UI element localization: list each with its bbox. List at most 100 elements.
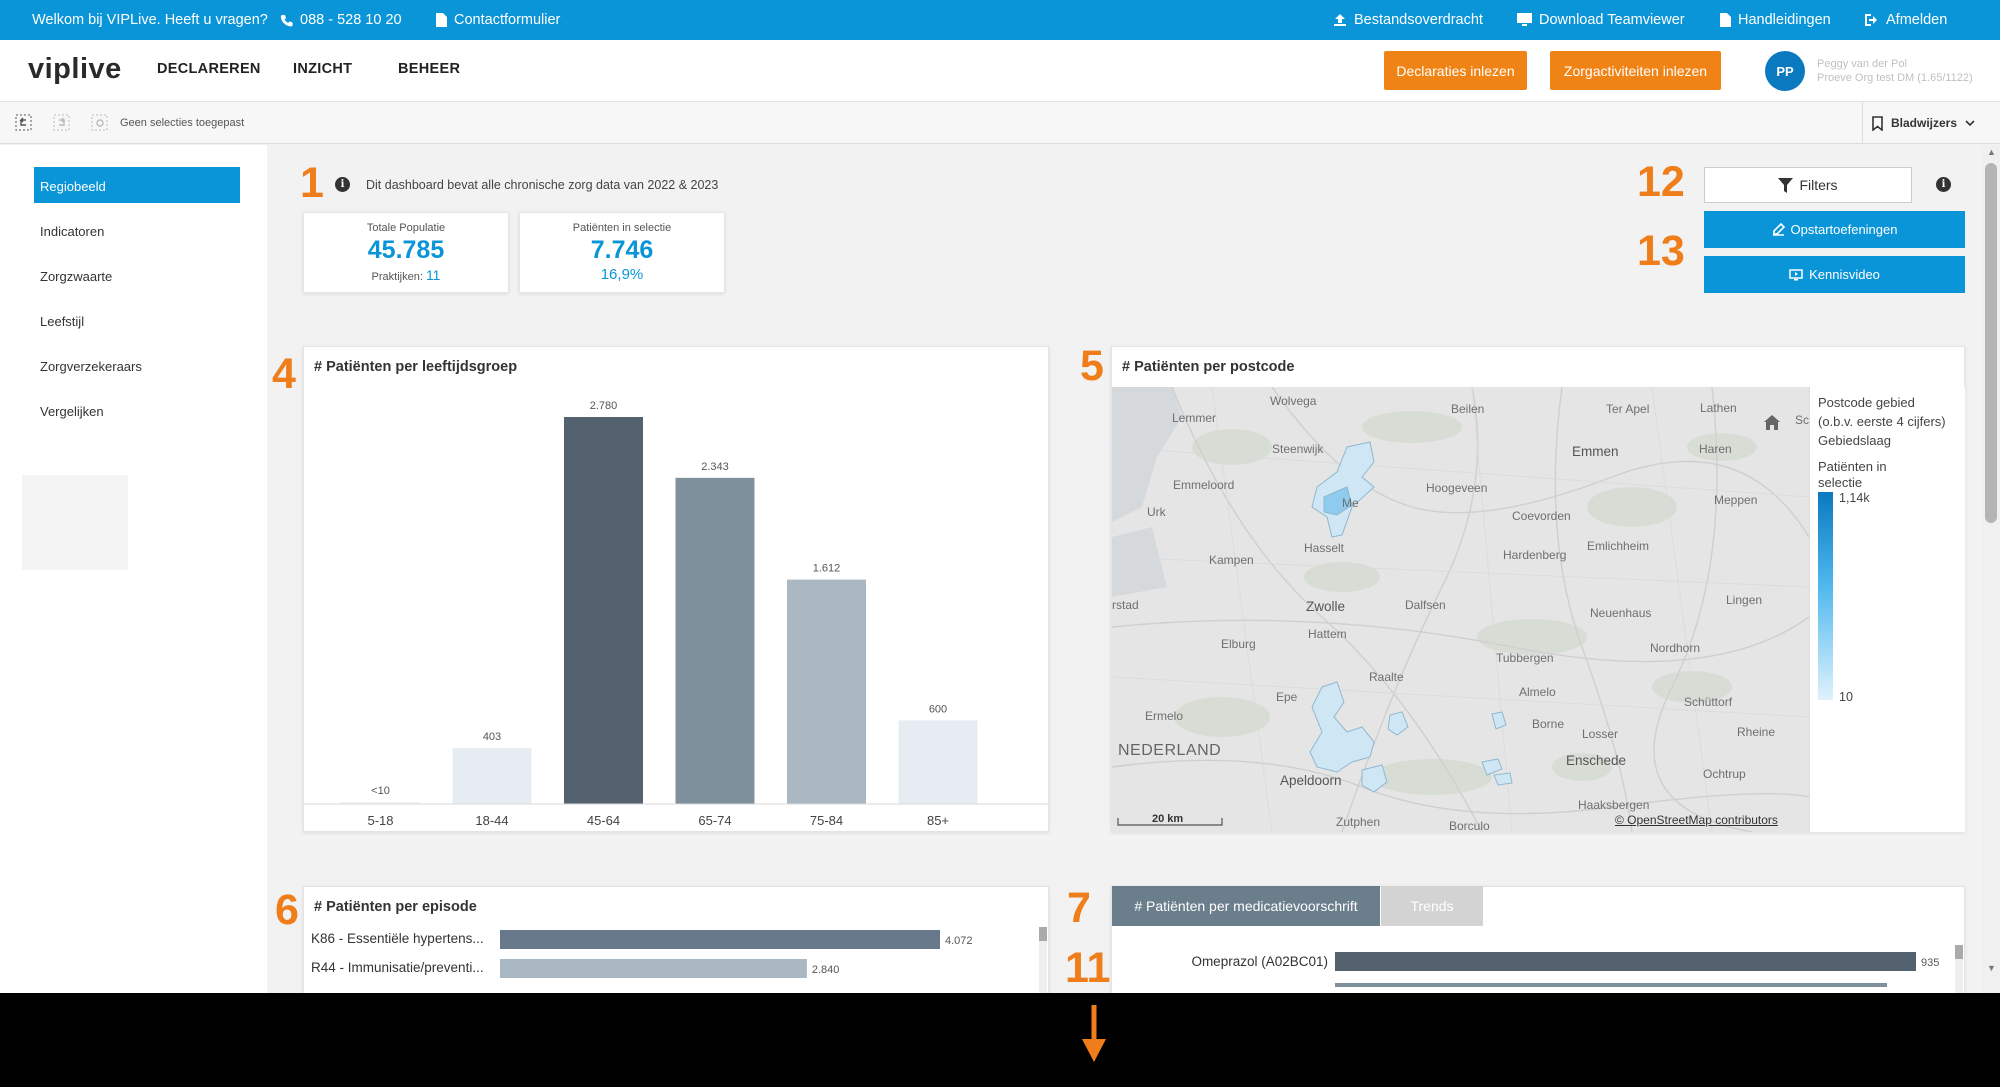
age-bar-value: 1.612: [813, 563, 841, 575]
episode-bar[interactable]: [500, 930, 940, 949]
clear-selection-icon[interactable]: [91, 114, 108, 131]
kpi-populatie-value: 45.785: [367, 236, 445, 264]
selection-forward-icon[interactable]: [53, 114, 70, 131]
manuals-link[interactable]: Handleidingen: [1720, 12, 1831, 28]
kpi-card-selectie: Patiënten in selectie 7.746 16,9%: [519, 212, 725, 293]
medicatie-scrollbar[interactable]: [1955, 945, 1963, 993]
declaraties-inlezen-button[interactable]: Declaraties inlezen: [1384, 51, 1527, 90]
marker-1: 1: [300, 159, 324, 207]
medicatie-bar-partial[interactable]: [1335, 983, 1887, 987]
age-tick-label: 45-64: [587, 813, 620, 828]
age-bar[interactable]: [564, 417, 643, 804]
postcode-title: # Patiënten per postcode: [1122, 359, 1295, 375]
postcode-map[interactable]: Wolvega Beilen Ter Apel Lathen Lemmer St…: [1112, 387, 1809, 832]
nav-beheer[interactable]: BEHEER: [398, 61, 460, 77]
medicatie-scrollbar-thumb[interactable]: [1955, 945, 1963, 959]
contact-form-link[interactable]: Contactformulier: [436, 12, 560, 28]
phone-icon: [280, 14, 293, 26]
viplive-logo[interactable]: viplive: [28, 53, 122, 86]
map-label: Emmeloord: [1173, 478, 1235, 492]
marker-11: 11: [1065, 944, 1111, 992]
bookmarks-button[interactable]: Bladwijzers: [1862, 102, 1984, 144]
episode-bar-value: 2.840: [812, 964, 840, 976]
map-label: Dalfsen: [1405, 598, 1446, 612]
sidebar-item-regiobeeld[interactable]: Regiobeeld: [34, 167, 240, 203]
age-bar[interactable]: [898, 720, 978, 804]
info-icon[interactable]: i: [335, 177, 350, 192]
phone-link[interactable]: 088 - 528 10 20: [280, 12, 402, 28]
map-label: Zwolle: [1306, 599, 1346, 614]
sidebar-item-zorgverzekeraars[interactable]: Zorgverzekeraars: [34, 347, 240, 383]
home-icon[interactable]: [1763, 414, 1781, 436]
panel-episode: # Patiënten per episode K86 - Essentiële…: [303, 886, 1049, 993]
pencil-icon: [1772, 223, 1785, 236]
map-attribution[interactable]: © OpenStreetMap contributors: [1615, 813, 1778, 827]
map-label: Hoogeveen: [1426, 481, 1488, 495]
document-icon: [1720, 13, 1731, 27]
map-label: Epe: [1276, 690, 1298, 704]
map-legend: Postcode gebied (o.b.v. eerste 4 cijfers…: [1809, 387, 1965, 832]
sidebar-item-vergelijken[interactable]: Vergelijken: [34, 392, 240, 428]
page-scrollbar[interactable]: ▲ ▼: [1982, 145, 2000, 993]
sidebar-item-indicatoren[interactable]: Indicatoren: [34, 212, 240, 248]
age-bar[interactable]: [675, 477, 755, 804]
episode-scrollbar-thumb[interactable]: [1039, 927, 1047, 941]
upload-icon: [1334, 14, 1346, 26]
legend-max: 1,14k: [1839, 491, 1870, 505]
scroll-up-icon[interactable]: ▲: [1987, 147, 1996, 157]
nav-declareren[interactable]: DECLAREREN: [157, 61, 261, 77]
tab-medicatievoorschrift[interactable]: # Patiënten per medicatievoorschrift: [1112, 886, 1380, 926]
selection-back-icon[interactable]: [15, 114, 32, 131]
map-label: Neuenhaus: [1590, 606, 1652, 620]
scroll-down-icon[interactable]: ▼: [1987, 963, 1996, 973]
tab-trends[interactable]: Trends: [1381, 886, 1483, 926]
kpi-selectie-value: 7.746: [590, 236, 654, 264]
legend-title-1: Postcode gebied: [1818, 395, 1915, 410]
user-info: Peggy van der Pol Proeve Org test DM (1.…: [1817, 57, 1973, 85]
age-tick-label: 5-18: [367, 813, 393, 828]
episode-bar[interactable]: [500, 959, 807, 978]
user-org: Proeve Org test DM (1.65/1122): [1817, 72, 1973, 84]
sidebar-placeholder: [22, 475, 128, 570]
sidebar-item-leefstijl[interactable]: Leefstijl: [34, 302, 240, 338]
age-bar-chart[interactable]: <10 5-18 403 18-44 2.780 45-64 2.343 65-74 1.612…: [304, 347, 1048, 831]
file-transfer-link[interactable]: Bestandsoverdracht: [1333, 12, 1483, 28]
arrow-down-icon: [1082, 1005, 1106, 1062]
medicatie-bar[interactable]: [1335, 952, 1916, 971]
age-bar[interactable]: [787, 579, 866, 804]
map-label: Enschede: [1566, 753, 1627, 768]
marker-4: 4: [272, 350, 296, 398]
map-label: Hardenberg: [1503, 548, 1567, 562]
map-label: Schüttorf: [1684, 695, 1733, 709]
scrollbar-thumb[interactable]: [1985, 163, 1997, 523]
episode-scrollbar[interactable]: [1039, 927, 1047, 993]
kpi-populatie-label: Totale Populatie: [366, 222, 446, 234]
medicatie-category-label: Omeprazol (A02BC01): [1191, 954, 1328, 969]
sidebar-item-zorgzwaarte[interactable]: Zorgzwaarte: [34, 257, 240, 293]
user-avatar[interactable]: PP: [1765, 51, 1805, 91]
teamviewer-link[interactable]: Download Teamviewer: [1517, 12, 1685, 28]
map-label: Emmen: [1572, 444, 1619, 459]
opstartoefeningen-button[interactable]: Opstartoefeningen: [1704, 211, 1965, 248]
map-label: Hasselt: [1304, 541, 1345, 555]
document-icon: [436, 13, 447, 27]
nav-inzicht[interactable]: INZICHT: [293, 61, 352, 77]
age-bar-value: 2.780: [590, 400, 618, 412]
top-info-bar: Welkom bij VIPLive. Heeft u vragen? 088 …: [0, 0, 2000, 40]
kennisvideo-button[interactable]: Kennisvideo: [1704, 256, 1965, 293]
filters-button[interactable]: Filters: [1704, 167, 1912, 203]
filters-info-icon[interactable]: i: [1936, 177, 1951, 192]
kpi-card-populatie: Totale Populatie 45.785 Praktijken: 11: [303, 212, 509, 293]
map-label: rstad: [1112, 598, 1139, 612]
age-tick-label: 85+: [927, 813, 949, 828]
marker-7: 7: [1067, 884, 1091, 932]
logout-link[interactable]: Afmelden: [1864, 12, 1947, 28]
panel-leeftijdsgroep: # Patiënten per leeftijdsgroep <10 5-18 40…: [303, 346, 1049, 832]
episode-bar-chart[interactable]: K86 - Essentiële hypertens... 4.072 R44 - …: [304, 887, 1048, 993]
age-bar-value: <10: [371, 785, 390, 797]
map-label: Coevorden: [1512, 509, 1571, 523]
age-bar[interactable]: [452, 747, 532, 804]
map-label: Nordhorn: [1650, 641, 1701, 655]
zorgactiviteiten-inlezen-button[interactable]: Zorgactiviteiten inlezen: [1550, 51, 1721, 90]
map-label: Meppen: [1714, 493, 1758, 507]
